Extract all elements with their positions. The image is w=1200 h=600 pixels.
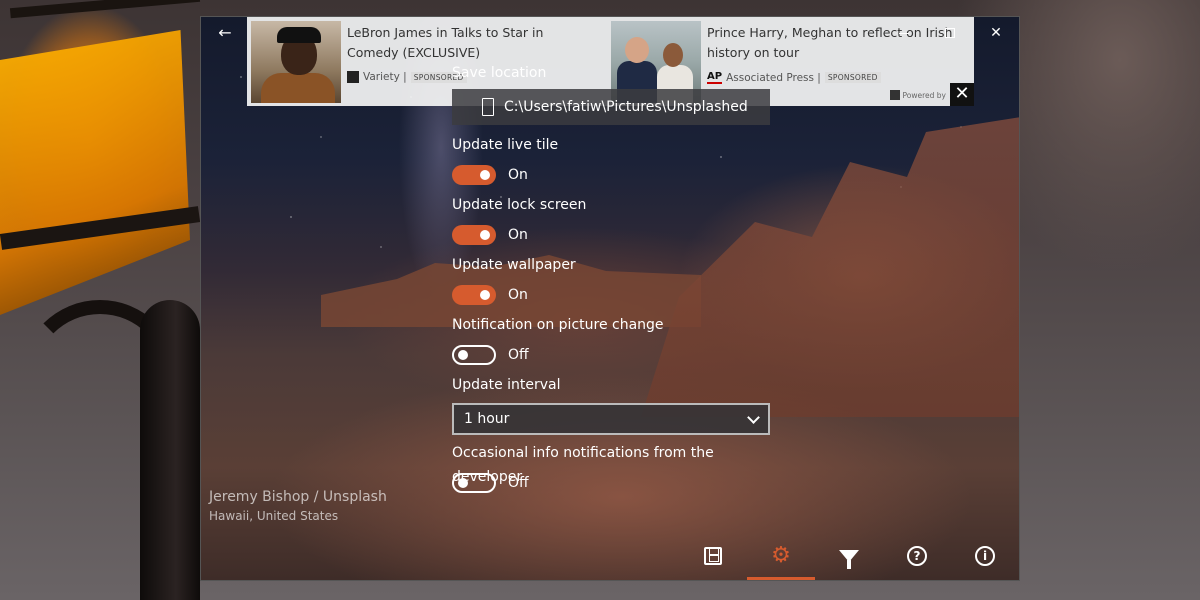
- ad-thumbnail: [251, 21, 341, 103]
- bottom-command-bar: ⚙ ? i: [679, 532, 1019, 580]
- lock-screen-label: Update lock screen: [452, 197, 587, 213]
- wallpaper-toggle-row: On: [452, 277, 782, 313]
- notification-state: Off: [508, 347, 529, 363]
- sponsored-badge: SPONSORED: [824, 72, 881, 83]
- update-interval-value: 1 hour: [464, 411, 510, 427]
- save-button[interactable]: [679, 532, 747, 580]
- filter-button[interactable]: [815, 532, 883, 580]
- live-tile-label: Update live tile: [452, 137, 559, 153]
- help-button[interactable]: ?: [883, 532, 951, 580]
- powered-by-label: Powered by: [902, 90, 946, 100]
- lantern-frame-top: [9, 0, 201, 19]
- update-interval-select[interactable]: 1 hour: [452, 403, 770, 435]
- settings-gear-icon: ⚙: [771, 543, 791, 568]
- live-tile-toggle[interactable]: [452, 165, 496, 185]
- save-location-button[interactable]: C:\Users\fatiw\Pictures\Unsplashed: [452, 89, 770, 125]
- photo-location: Hawaii, United States: [209, 509, 339, 523]
- chevron-down-icon: [747, 410, 760, 424]
- close-icon: ✕: [990, 25, 1002, 41]
- save-location-path: C:\Users\fatiw\Pictures\Unsplashed: [504, 99, 748, 115]
- photo-author[interactable]: Jeremy Bishop / Unsplash: [209, 489, 387, 505]
- minimize-icon: [899, 32, 909, 34]
- ad-title[interactable]: LeBron James in Talks to Star in Comedy …: [347, 23, 597, 63]
- maximize-icon: [945, 28, 955, 38]
- info-icon: i: [975, 546, 995, 566]
- photo-credit: Jeremy Bishop / Unsplash Hawaii, United …: [209, 489, 387, 523]
- wallpaper-state: On: [508, 287, 528, 303]
- notification-toggle-row: Off: [452, 337, 782, 373]
- wallpaper-label: Update wallpaper: [452, 257, 576, 273]
- ad-source-name: Variety |: [363, 71, 407, 83]
- info-button[interactable]: i: [951, 532, 1019, 580]
- wallpaper-toggle[interactable]: [452, 285, 496, 305]
- info-notifications-toggle[interactable]: [452, 473, 496, 493]
- back-arrow-icon[interactable]: ←: [215, 23, 235, 43]
- save-location-label: Save location: [452, 65, 547, 81]
- file-icon: [482, 98, 494, 116]
- notification-toggle[interactable]: [452, 345, 496, 365]
- ad-provider-logo-icon: [889, 90, 900, 100]
- app-window: ← LeBron James in Talks to Star in Comed…: [200, 16, 1020, 581]
- minimize-button[interactable]: [881, 17, 927, 49]
- info-notifications-label: Occasional info notifications from the d…: [452, 445, 714, 485]
- lantern-glass: [0, 30, 190, 315]
- lock-screen-toggle-row: On: [452, 217, 782, 253]
- lantern-pole: [140, 300, 200, 600]
- save-icon: [704, 547, 722, 565]
- info-notifications-state: Off: [508, 475, 529, 491]
- variety-logo-icon: [347, 71, 359, 83]
- notification-label: Notification on picture change: [452, 317, 664, 333]
- help-icon: ?: [907, 546, 927, 566]
- ad-close-icon[interactable]: ✕: [950, 83, 974, 106]
- background-lantern: [0, 0, 201, 600]
- settings-button[interactable]: ⚙: [747, 532, 815, 580]
- live-tile-state: On: [508, 167, 528, 183]
- close-button[interactable]: ✕: [973, 17, 1019, 49]
- filter-icon: [839, 550, 859, 569]
- update-interval-label: Update interval: [452, 377, 561, 393]
- live-tile-toggle-row: On: [452, 157, 782, 193]
- ad-source: Variety | SPONSORED: [347, 71, 467, 83]
- maximize-button[interactable]: [927, 17, 973, 49]
- window-controls: ✕: [881, 17, 1019, 49]
- lock-screen-toggle[interactable]: [452, 225, 496, 245]
- settings-panel: Save location C:\Users\fatiw\Pictures\Un…: [452, 61, 782, 501]
- powered-by[interactable]: Powered by: [889, 90, 946, 100]
- lock-screen-state: On: [508, 227, 528, 243]
